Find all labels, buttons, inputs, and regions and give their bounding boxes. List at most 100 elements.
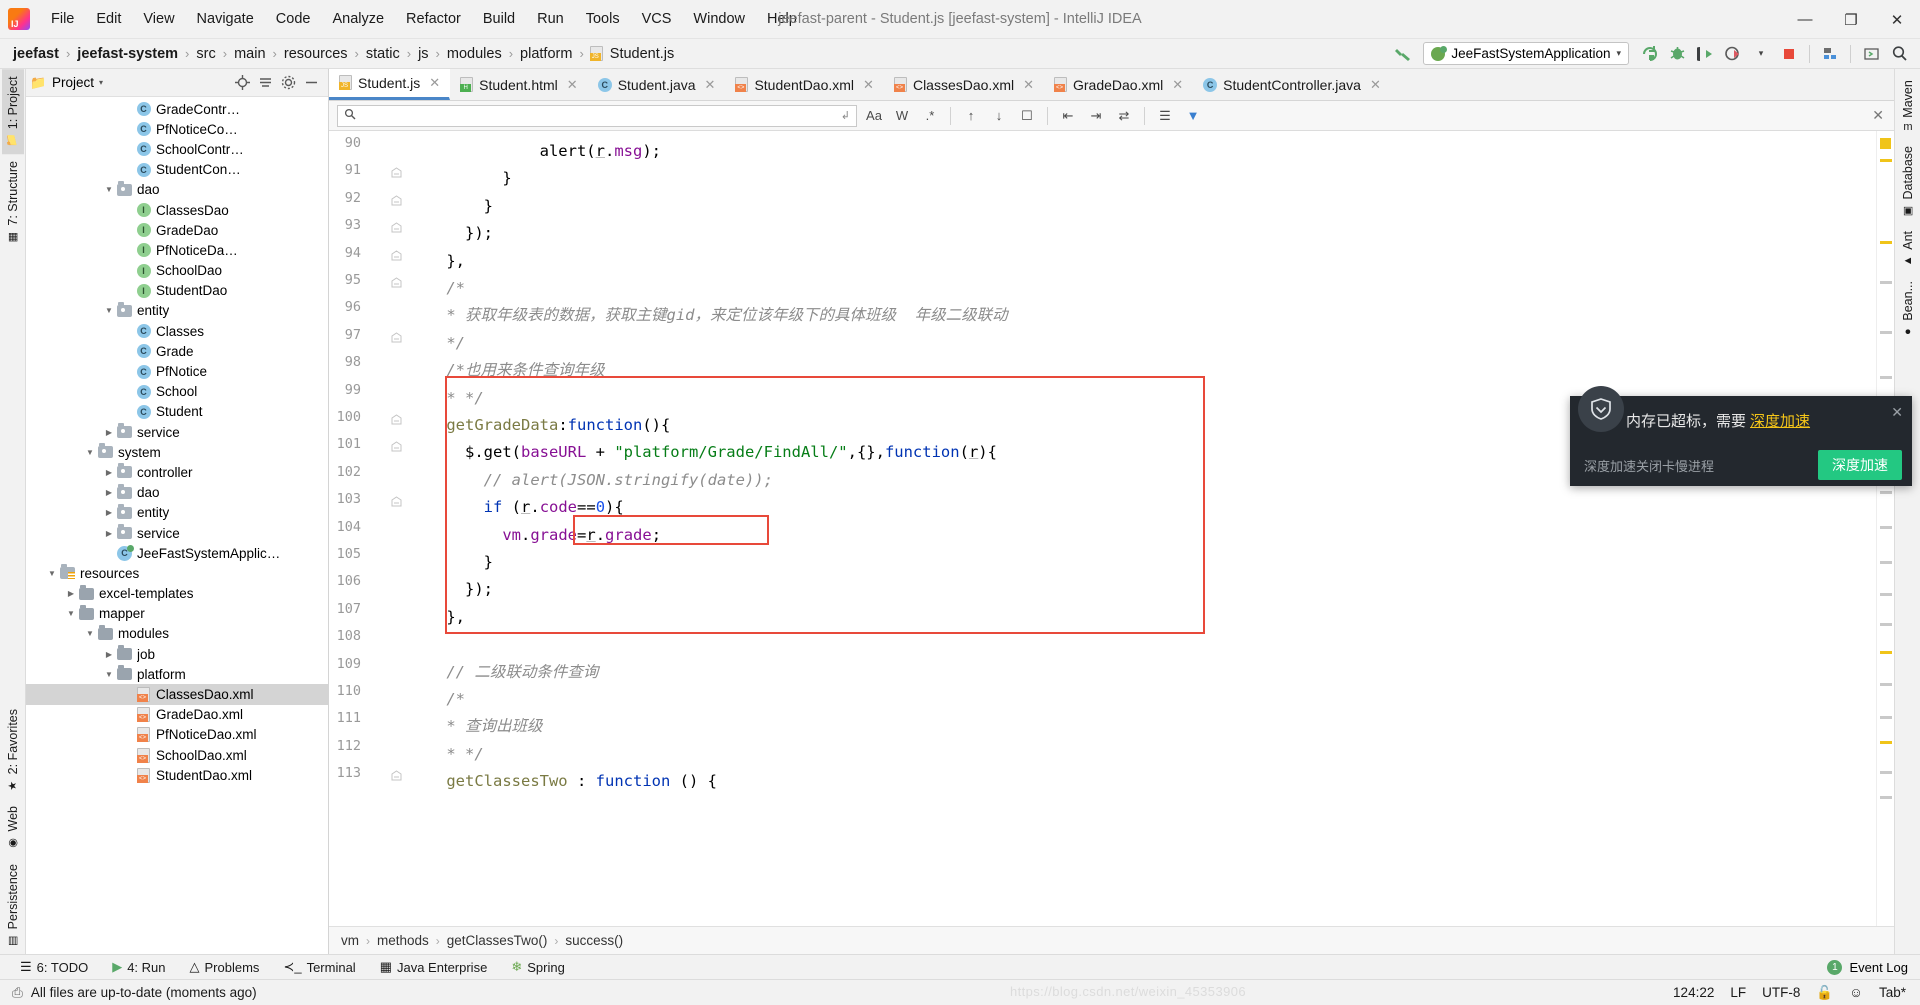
tree-node-gradecontr[interactable]: C GradeContr…	[26, 99, 328, 119]
menu-code[interactable]: Code	[265, 8, 322, 30]
close-tab-icon[interactable]: ✕	[429, 75, 440, 91]
sidebar-item-database[interactable]: ▣ Database	[1897, 139, 1919, 225]
chevron-right-icon[interactable]: ▶	[102, 468, 116, 477]
bottom-tab-spring[interactable]: ❄ Spring	[499, 956, 576, 978]
tree-node-pfnoticeco[interactable]: C PfNoticeCo…	[26, 119, 328, 139]
chevron-right-icon[interactable]: ▶	[102, 488, 116, 497]
event-log-label[interactable]: Event Log	[1849, 960, 1908, 975]
left-tool-window-bar[interactable]: 📁 1: Project ▦ 7: Structure ★ 2: Favorit…	[0, 69, 26, 954]
terminal-icon[interactable]	[1858, 42, 1884, 66]
filter-icon[interactable]: ▼	[1182, 105, 1204, 127]
chevron-down-icon[interactable]: ▼	[102, 670, 116, 679]
close-tab-icon[interactable]: ✕	[1370, 77, 1381, 93]
close-tab-icon[interactable]: ✕	[863, 77, 874, 93]
select-all-occurrences-icon[interactable]: ☐	[1016, 105, 1038, 127]
breadcrumb-platform[interactable]: platform	[517, 46, 575, 62]
sidebar-item-maven[interactable]: m Maven	[1897, 73, 1919, 139]
breadcrumb-resources[interactable]: resources	[281, 46, 351, 62]
minimize-button[interactable]: —	[1782, 0, 1828, 39]
expand-icon[interactable]: ⇤	[1057, 105, 1079, 127]
chevron-right-icon[interactable]: ▶	[102, 650, 116, 659]
tree-node-studentcon[interactable]: C StudentCon…	[26, 160, 328, 180]
chevron-down-icon[interactable]: ▾	[99, 78, 103, 87]
sidebar-item-web[interactable]: ◉ Web	[2, 799, 24, 856]
struct-crumb-getclassestwo[interactable]: getClassesTwo()	[443, 933, 552, 948]
menu-navigate[interactable]: Navigate	[186, 8, 265, 30]
menu-tools[interactable]: Tools	[575, 8, 631, 30]
menu-build[interactable]: Build	[472, 8, 526, 30]
tree-node-modules[interactable]: ▼ modules	[26, 624, 328, 644]
chevron-down-icon[interactable]: ▼	[102, 185, 116, 194]
fold-marker-icon[interactable]	[391, 194, 402, 206]
hide-panel-icon[interactable]	[303, 74, 320, 91]
run-configuration-selector[interactable]: JeeFastSystemApplication ▾	[1423, 42, 1629, 65]
fold-marker-icon[interactable]	[391, 495, 402, 507]
tree-node-service[interactable]: ▶ service	[26, 523, 328, 543]
struct-crumb-vm[interactable]: vm	[337, 933, 363, 948]
analysis-marker[interactable]	[1880, 561, 1892, 564]
menu-refactor[interactable]: Refactor	[395, 8, 472, 30]
struct-crumb-success[interactable]: success()	[561, 933, 627, 948]
tree-node-classes[interactable]: C Classes	[26, 321, 328, 341]
tree-node-studentdao[interactable]: I StudentDao	[26, 281, 328, 301]
analysis-marker[interactable]	[1880, 331, 1892, 334]
file-encoding[interactable]: UTF-8	[1762, 985, 1800, 1000]
code-editor[interactable]: 90 91 92 93 94 95 96 97 98 99 100 101 102 103 104 105 10…	[329, 131, 1894, 926]
next-occurrence-icon[interactable]: ↓	[988, 105, 1010, 127]
chevron-down-icon[interactable]: ▼	[64, 609, 78, 618]
locate-icon[interactable]	[234, 74, 251, 91]
indent-setting[interactable]: Tab*	[1879, 985, 1906, 1000]
menu-view[interactable]: View	[132, 8, 185, 30]
breadcrumb-src[interactable]: src	[193, 46, 218, 62]
menu-edit[interactable]: Edit	[85, 8, 132, 30]
close-tab-icon[interactable]: ✕	[705, 77, 716, 93]
regex-toggle[interactable]: .*	[919, 105, 941, 127]
search-history-icon[interactable]: ↲	[841, 109, 850, 122]
tree-node-schoolcontr[interactable]: C SchoolContr…	[26, 139, 328, 159]
menu-window[interactable]: Window	[682, 8, 756, 30]
analysis-marker[interactable]	[1880, 623, 1892, 626]
analysis-marker[interactable]	[1880, 796, 1892, 799]
sidebar-item-project[interactable]: 📁 1: Project	[1, 69, 24, 155]
unlocked-icon[interactable]: 🔓	[1816, 985, 1833, 1001]
filter-settings-icon[interactable]: ☰	[1154, 105, 1176, 127]
chevron-right-icon[interactable]: ▶	[102, 508, 116, 517]
sidebar-item-favorites[interactable]: ★ 2: Favorites	[2, 702, 24, 799]
search-everywhere-icon[interactable]	[1886, 42, 1912, 66]
bottom-tab-todo[interactable]: ☰ 6: TODO	[8, 956, 100, 978]
fold-marker-icon[interactable]	[391, 166, 402, 178]
analysis-marker[interactable]	[1880, 593, 1892, 596]
chevron-down-icon[interactable]: ▾	[1616, 48, 1621, 59]
tree-node-system[interactable]: ▼ system	[26, 442, 328, 462]
breadcrumb[interactable]: jeefast › jeefast-system › src › main › …	[10, 46, 677, 62]
project-tree[interactable]: C GradeContr… C PfNoticeCo… C SchoolContr… C St…	[26, 97, 328, 954]
bottom-tool-window-bar[interactable]: ☰ 6: TODO ▶ 4: Run △ Problems ≺_ Termina…	[0, 954, 1920, 979]
main-toolbar[interactable]: JeeFastSystemApplication ▾ ▾	[1390, 42, 1920, 66]
editor-tab-studentdaoxml[interactable]: StudentDao.xml ✕	[725, 69, 884, 100]
chevron-down-icon[interactable]: ▼	[102, 306, 116, 315]
notification-popup[interactable]: 内存已超标，需要 深度加速 ✕ 深度加速关闭卡慢进程 深度加速	[1570, 386, 1912, 486]
tree-node-mapper[interactable]: ▼ mapper	[26, 604, 328, 624]
build-icon[interactable]	[1390, 42, 1416, 66]
tree-node-schooldaoxml[interactable]: SchoolDao.xml	[26, 745, 328, 765]
tree-node-school[interactable]: C School	[26, 382, 328, 402]
editor-tabs[interactable]: Student.js✕Student.html✕CStudent.java✕St…	[329, 69, 1894, 101]
profiler-icon[interactable]	[1720, 42, 1746, 66]
hector-icon[interactable]: ☺	[1849, 985, 1863, 1000]
window-controls[interactable]: — ❐ ✕	[1782, 0, 1920, 39]
chevron-down-icon[interactable]: ▼	[83, 629, 97, 638]
accelerate-button[interactable]: 深度加速	[1818, 450, 1902, 480]
menu-run[interactable]: Run	[526, 8, 575, 30]
sidebar-item-ant[interactable]: ▲ Ant	[1897, 224, 1919, 274]
project-structure-icon[interactable]	[1817, 42, 1843, 66]
sidebar-item-structure[interactable]: ▦ 7: Structure	[2, 154, 24, 251]
tree-node-jeefastsystemapplic[interactable]: C JeeFastSystemApplic…	[26, 543, 328, 563]
stop-icon[interactable]	[1776, 42, 1802, 66]
chevron-right-icon[interactable]: ▶	[102, 529, 116, 538]
tree-node-dao[interactable]: ▼ dao	[26, 180, 328, 200]
breadcrumb-jeefast-system[interactable]: jeefast-system	[74, 46, 181, 62]
editor-tab-studenthtml[interactable]: Student.html ✕	[450, 69, 588, 100]
close-tab-icon[interactable]: ✕	[1023, 77, 1034, 93]
code-line[interactable]: * 获取年级表的数据，获取主键gid，来定位该年级下的具体班级 年级二级联动	[409, 299, 1007, 333]
menu-vcs[interactable]: VCS	[631, 8, 683, 30]
